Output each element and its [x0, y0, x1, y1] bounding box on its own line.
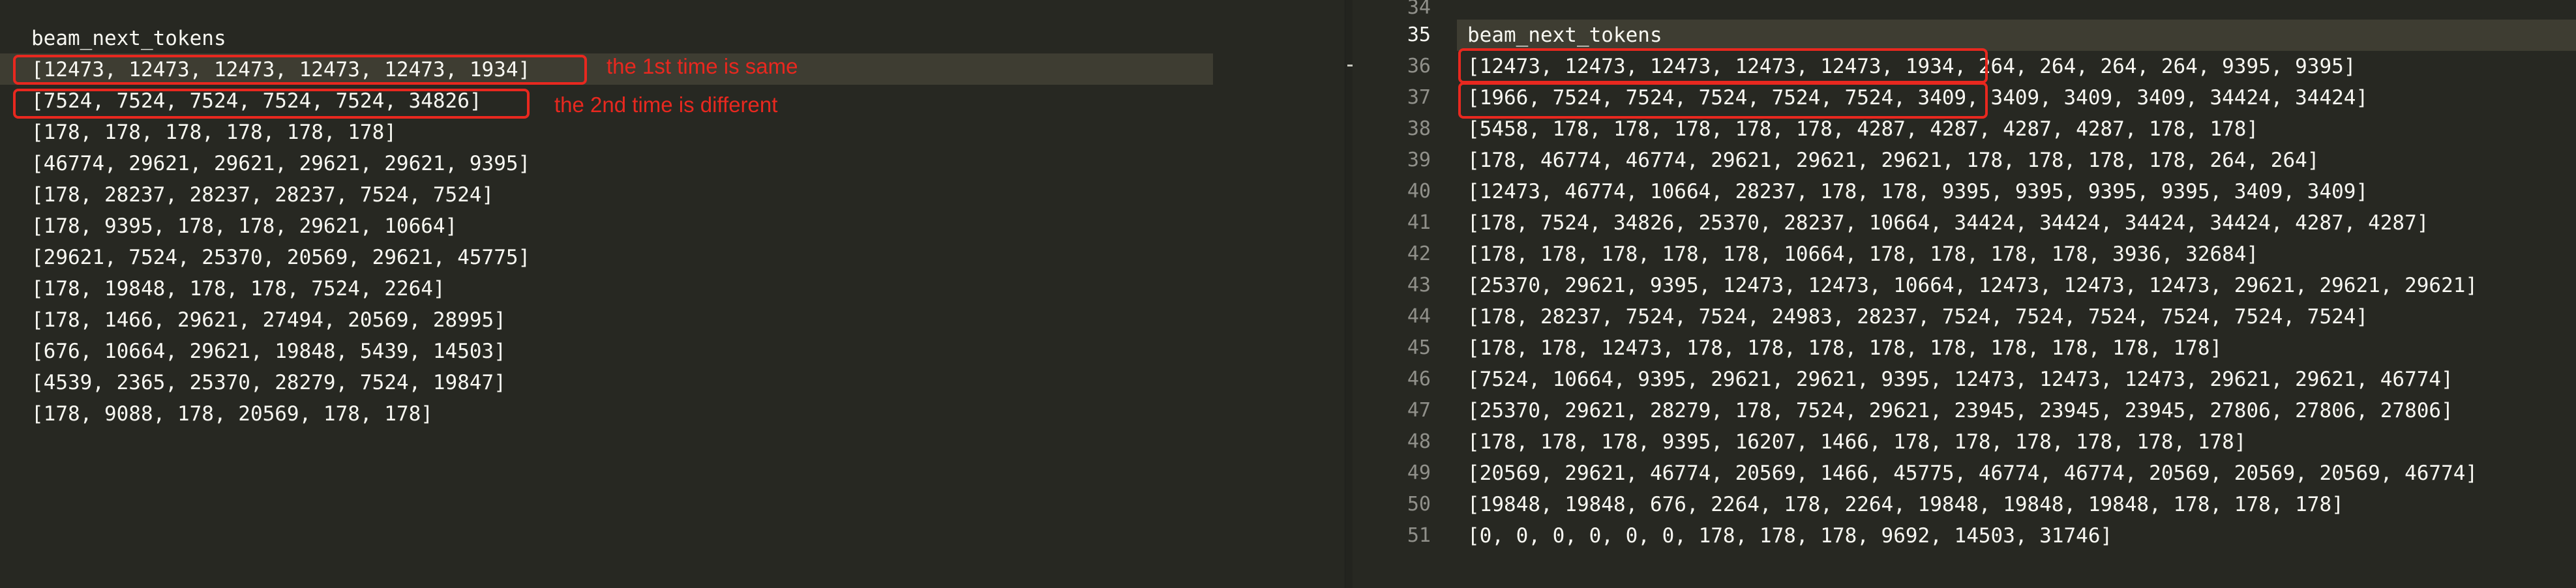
- line-number: 40: [1407, 180, 1431, 203]
- annotation-box-right-first: [1458, 48, 1988, 83]
- left-line-5: [178, 28237, 28237, 28237, 7524, 7524]: [31, 183, 494, 207]
- right-line-41: [178, 7524, 34826, 25370, 28237, 10664, …: [1467, 211, 2429, 235]
- left-line-9: [178, 1466, 29621, 27494, 20569, 28995]: [31, 308, 506, 332]
- right-line-44: [178, 28237, 7524, 7524, 24983, 28237, 7…: [1467, 305, 2369, 329]
- annotation-box-first: [13, 55, 587, 85]
- line-number: 37: [1407, 86, 1431, 109]
- left-line-11: [4539, 2365, 25370, 28279, 7524, 19847]: [31, 371, 506, 394]
- line-number: 45: [1407, 336, 1431, 359]
- line-number: 48: [1407, 430, 1431, 453]
- right-line-47: [25370, 29621, 28279, 178, 7524, 29621, …: [1467, 399, 2453, 422]
- right-line-heading: beam_next_tokens: [1467, 23, 1662, 47]
- line-number: 35: [1407, 23, 1431, 46]
- right-line-39: [178, 46774, 46774, 29621, 29621, 29621,…: [1467, 149, 2320, 172]
- line-number: 51: [1407, 524, 1431, 547]
- line-number: 47: [1407, 399, 1431, 422]
- right-line-43: [25370, 29621, 9395, 12473, 12473, 10664…: [1467, 274, 2478, 297]
- line-number: 43: [1407, 274, 1431, 297]
- line-number: 38: [1407, 117, 1431, 140]
- annotation-first-note: the 1st time is same: [607, 54, 798, 78]
- line-number: 46: [1407, 368, 1431, 390]
- line-number: 49: [1407, 462, 1431, 484]
- line-number: 42: [1407, 243, 1431, 265]
- right-line-46: [7524, 10664, 9395, 29621, 29621, 9395, …: [1467, 368, 2453, 391]
- annotation-box-second: [13, 89, 530, 119]
- left-line-7: [29621, 7524, 25370, 20569, 29621, 45775…: [31, 246, 531, 269]
- line-number: 36: [1407, 55, 1431, 78]
- left-line-3: [178, 178, 178, 178, 178, 178]: [31, 121, 397, 144]
- line-number: 50: [1407, 493, 1431, 516]
- right-line-42: [178, 178, 178, 178, 178, 10664, 178, 17…: [1467, 243, 2259, 266]
- left-line-4: [46774, 29621, 29621, 29621, 29621, 9395…: [31, 152, 531, 175]
- left-line-heading: beam_next_tokens: [31, 27, 226, 50]
- right-line-48: [178, 178, 178, 9395, 16207, 1466, 178, …: [1467, 430, 2247, 454]
- left-line-8: [178, 19848, 178, 178, 7524, 2264]: [31, 277, 445, 301]
- right-line-50: [19848, 19848, 676, 2264, 178, 2264, 198…: [1467, 493, 2344, 516]
- right-line-40: [12473, 46774, 10664, 28237, 178, 178, 9…: [1467, 180, 2369, 203]
- left-line-10: [676, 10664, 29621, 19848, 5439, 14503]: [31, 340, 506, 363]
- line-number-gutter: 34 35 36 37 38 39 40 41 42 43 44 45 46 4…: [1353, 0, 1431, 588]
- right-line-51: [0, 0, 0, 0, 0, 0, 178, 178, 178, 9692, …: [1467, 524, 2113, 548]
- line-number: 39: [1407, 149, 1431, 171]
- left-line-6: [178, 9395, 178, 178, 29621, 10664]: [31, 214, 458, 238]
- right-editor-pane[interactable]: 34 35 36 37 38 39 40 41 42 43 44 45 46 4…: [1353, 0, 2576, 588]
- annotation-box-right-second: [1458, 82, 1988, 119]
- left-editor-pane[interactable]: beam_next_tokens [12473, 12473, 12473, 1…: [0, 0, 1345, 588]
- right-line-45: [178, 178, 12473, 178, 178, 178, 178, 17…: [1467, 336, 2223, 360]
- line-number: 41: [1407, 211, 1431, 234]
- line-number: 44: [1407, 305, 1431, 328]
- annotation-second-note: the 2nd time is different: [554, 93, 778, 117]
- left-line-12: [178, 9088, 178, 20569, 178, 178]: [31, 402, 433, 426]
- right-line-49: [20569, 29621, 46774, 20569, 1466, 45775…: [1467, 462, 2478, 485]
